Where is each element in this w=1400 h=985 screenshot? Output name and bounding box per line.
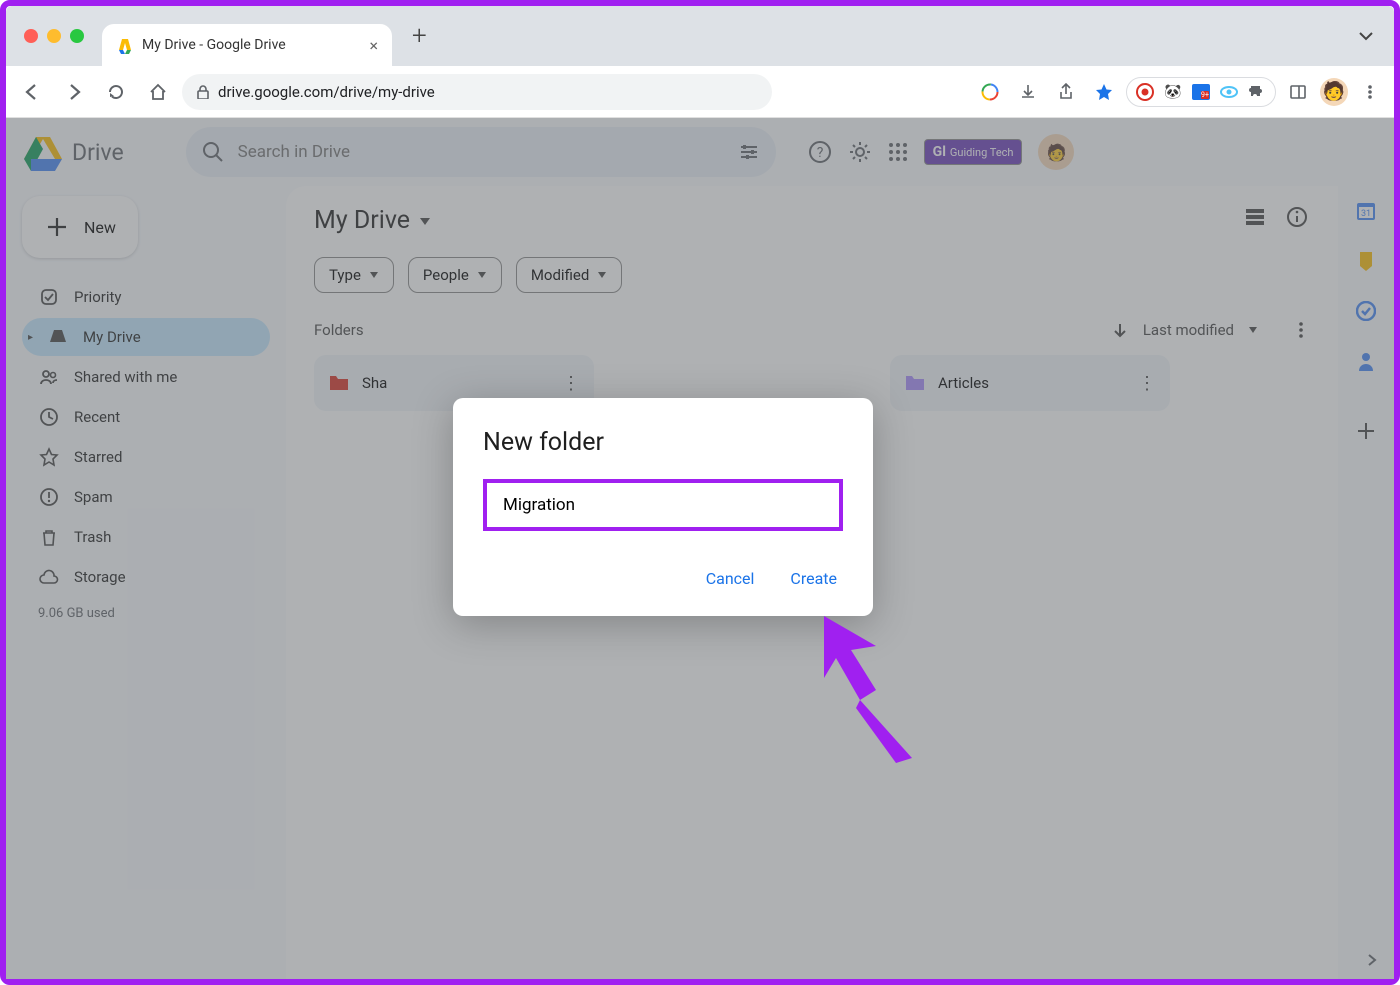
download-icon[interactable] <box>1012 76 1044 108</box>
extensions-group: 🐼 9+ <box>1126 77 1276 107</box>
svg-text:9+: 9+ <box>1201 91 1209 99</box>
browser-menu-icon[interactable] <box>1354 76 1386 108</box>
browser-tab[interactable]: My Drive - Google Drive × <box>102 24 392 66</box>
annotation-arrow <box>816 608 926 768</box>
extension-icon-1[interactable] <box>1133 80 1157 104</box>
profile-avatar[interactable]: 🧑 <box>1320 78 1348 106</box>
folder-name-input[interactable] <box>483 479 843 531</box>
tab-close-icon[interactable]: × <box>369 36 378 55</box>
url-text: drive.google.com/drive/my-drive <box>218 83 435 101</box>
tab-title: My Drive - Google Drive <box>142 37 286 53</box>
back-button[interactable] <box>14 74 50 110</box>
browser-tab-strip: My Drive - Google Drive × + <box>6 6 1394 66</box>
reload-button[interactable] <box>98 74 134 110</box>
minimize-window-icon[interactable] <box>47 29 61 43</box>
address-bar[interactable]: drive.google.com/drive/my-drive <box>182 74 772 110</box>
dialog-title: New folder <box>483 428 843 457</box>
share-icon[interactable] <box>1050 76 1082 108</box>
extension-icon-4[interactable] <box>1217 80 1241 104</box>
extension-icon-2[interactable]: 🐼 <box>1161 80 1185 104</box>
lock-icon <box>196 85 210 99</box>
google-icon[interactable] <box>974 76 1006 108</box>
home-button[interactable] <box>140 74 176 110</box>
close-window-icon[interactable] <box>24 29 38 43</box>
maximize-window-icon[interactable] <box>70 29 84 43</box>
create-button[interactable]: Create <box>784 563 843 594</box>
forward-button[interactable] <box>56 74 92 110</box>
browser-toolbar: drive.google.com/drive/my-drive 🐼 9+ 🧑 <box>6 66 1394 118</box>
tabs-dropdown-icon[interactable] <box>1358 28 1374 44</box>
new-folder-dialog: New folder Cancel Create <box>453 398 873 616</box>
extension-icon-3[interactable]: 9+ <box>1189 80 1213 104</box>
cancel-button[interactable]: Cancel <box>700 563 761 594</box>
side-panel-icon[interactable] <box>1282 76 1314 108</box>
bookmark-icon[interactable] <box>1088 76 1120 108</box>
drive-favicon <box>116 36 134 54</box>
window-controls <box>6 29 102 43</box>
extension-puzzle-icon[interactable] <box>1245 80 1269 104</box>
new-tab-button[interactable]: + <box>412 21 427 51</box>
